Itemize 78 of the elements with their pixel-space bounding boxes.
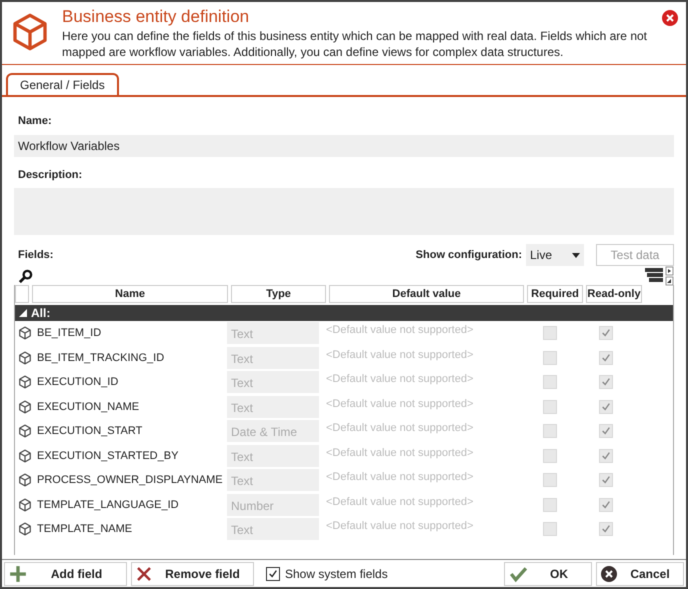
name-label: Name: <box>17 114 53 129</box>
ok-button[interactable]: OK <box>504 562 592 586</box>
cube-icon <box>18 424 32 438</box>
type-field[interactable]: Text <box>227 469 319 492</box>
column-header[interactable]: Name <box>32 285 228 303</box>
column-header[interactable]: Type <box>231 285 326 303</box>
column-chooser-icon[interactable] <box>644 266 674 286</box>
configuration-dropdown[interactable]: Live <box>526 244 584 266</box>
remove-field-button[interactable]: Remove field <box>131 562 254 586</box>
type-field[interactable]: Text <box>227 346 319 369</box>
cube-icon <box>18 326 32 340</box>
column-header[interactable]: Default value <box>329 285 524 303</box>
cube-icon <box>18 498 32 512</box>
add-field-button[interactable]: Add field <box>4 562 127 586</box>
cube-icon <box>18 350 32 365</box>
checkmark-icon <box>601 500 611 510</box>
field-name: TEMPLATE_NAME <box>37 522 134 537</box>
field-name: EXECUTION_STARTED_BY <box>37 448 180 464</box>
cancel-button[interactable]: Cancel <box>596 562 684 586</box>
type-field[interactable]: Text <box>227 518 319 540</box>
configuration-label: Show configuration: <box>416 248 522 263</box>
field-name: PROCESS_OWNER_DISPLAYNAME <box>37 473 224 488</box>
checkmark-icon <box>601 475 611 486</box>
type-field[interactable]: Number <box>227 494 319 516</box>
checkmark-icon <box>268 568 278 578</box>
plus-icon <box>9 564 27 582</box>
checkmark-icon <box>601 328 611 338</box>
cancel-icon <box>601 566 617 582</box>
default-value-field[interactable]: <Default value not supported> <box>322 444 522 467</box>
type-field[interactable]: Text <box>227 322 319 344</box>
description-label: Description: <box>17 168 84 182</box>
search-icon[interactable] <box>18 268 33 284</box>
expanded-icon[interactable] <box>19 309 27 317</box>
column-header[interactable]: Read-only <box>586 285 642 303</box>
group-row[interactable]: All: <box>15 305 673 321</box>
field-name: TEMPLATE_LANGUAGE_ID <box>37 498 180 512</box>
type-field[interactable]: Text <box>227 371 319 394</box>
cube-icon <box>18 522 32 536</box>
default-value-field[interactable]: <Default value not supported> <box>322 494 522 516</box>
cross-icon <box>136 566 152 582</box>
default-value-field[interactable]: <Default value not supported> <box>322 371 522 394</box>
default-value-field[interactable]: <Default value not supported> <box>322 469 522 492</box>
checkmark-icon <box>601 402 611 412</box>
cube-icon <box>18 400 32 414</box>
default-value-field[interactable]: <Default value not supported> <box>322 322 522 344</box>
name-field[interactable]: Workflow Variables <box>14 134 674 156</box>
tab[interactable]: General / Fields <box>6 73 119 95</box>
checkmark-icon <box>601 377 611 388</box>
test-data-button[interactable]: Test data <box>596 244 674 266</box>
fields-label: Fields: <box>17 248 54 263</box>
field-name: BE_ITEM_TRACKING_ID <box>37 350 166 366</box>
dialog-title: Business entity definition <box>62 6 250 28</box>
field-name: EXECUTION_START <box>37 424 144 439</box>
checkmark-icon <box>601 352 611 363</box>
checkmark-icon <box>601 450 611 461</box>
caret-icon <box>572 252 580 258</box>
default-value-field[interactable]: <Default value not supported> <box>322 420 522 442</box>
group-label: All: <box>31 305 50 322</box>
dialog-description: Here you can define the fields of this business entity which can be mapped with real data. Fields which are not mapped are workflow variables. Additionally, you can define views for complex data structures. <box>62 28 648 60</box>
default-value-field[interactable]: <Default value not supported> <box>322 346 522 369</box>
checkmark-icon <box>601 426 611 436</box>
checkmark-icon <box>601 524 611 534</box>
type-field[interactable]: Text <box>227 444 319 467</box>
cube-icon <box>18 473 32 488</box>
default-value-field[interactable]: <Default value not supported> <box>322 518 522 540</box>
field-name: BE_ITEM_ID <box>37 326 102 341</box>
column-header[interactable]: Required <box>527 285 583 303</box>
type-field[interactable]: Date & Time <box>227 420 319 442</box>
show-system-fields-label[interactable]: Show system fields <box>285 564 388 582</box>
checkmark-icon <box>509 564 527 582</box>
field-name: EXECUTION_ID <box>37 375 120 390</box>
cube-icon <box>18 375 32 390</box>
close-icon[interactable] <box>662 10 678 26</box>
type-field[interactable]: Text <box>227 396 319 418</box>
default-value-field[interactable]: <Default value not supported> <box>322 396 522 418</box>
cube-icon <box>18 448 32 463</box>
field-name: EXECUTION_NAME <box>37 400 140 414</box>
checkbox[interactable] <box>266 566 280 580</box>
